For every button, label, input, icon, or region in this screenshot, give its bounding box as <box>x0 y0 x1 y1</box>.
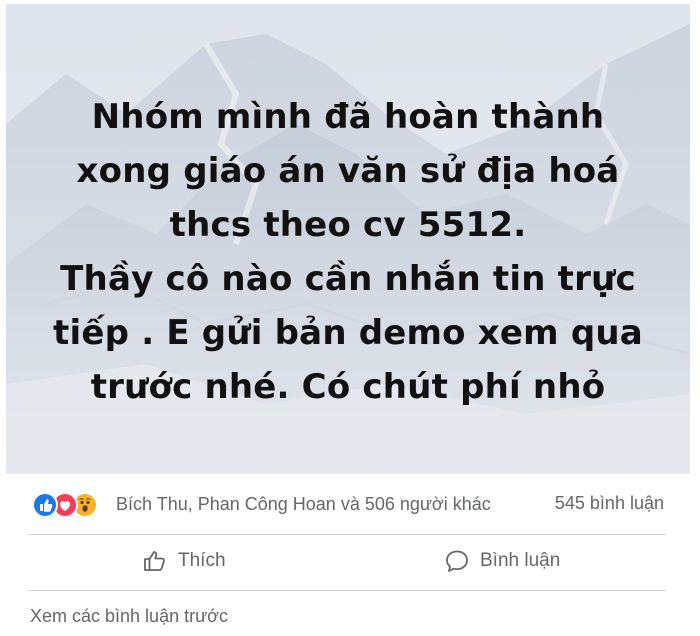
like-icon <box>32 492 58 518</box>
post-text-line: xong giáo án văn sử địa hoá <box>76 151 620 191</box>
post-background-card: Nhóm mình đã hoàn thành xong giáo án văn… <box>6 4 690 474</box>
reaction-icons[interactable] <box>32 492 108 518</box>
facebook-post: Nhóm mình đã hoàn thành xong giáo án văn… <box>0 0 700 636</box>
divider <box>28 534 666 535</box>
like-button-label: Thích <box>178 550 226 571</box>
divider <box>28 590 666 591</box>
reactors-summary[interactable]: Bích Thu, Phan Công Hoan và 506 người kh… <box>116 494 491 515</box>
post-text-line: trước nhé. Có chút phí nhỏ <box>90 367 606 407</box>
comment-button-label: Bình luận <box>480 550 561 571</box>
post-text-line: tiếp . E gửi bản demo xem qua <box>53 313 643 353</box>
post-text-line: Thầy cô nào cần nhắn tin trực <box>60 259 636 299</box>
comment-count[interactable]: 545 bình luận <box>555 493 664 514</box>
post-text-line: Nhóm mình đã hoàn thành <box>91 97 605 137</box>
post-text-line: thcs theo cv 5512. <box>169 205 527 245</box>
post-stats-bar: Bích Thu, Phan Công Hoan và 506 người kh… <box>0 480 700 528</box>
like-button[interactable]: Thích <box>142 546 226 576</box>
post-actions: Thích Bình luận <box>0 536 700 586</box>
post-text: Nhóm mình đã hoàn thành xong giáo án văn… <box>6 90 690 414</box>
view-previous-comments-link[interactable]: Xem các bình luận trước <box>30 606 228 627</box>
comment-bubble-icon <box>446 550 468 572</box>
comment-button[interactable]: Bình luận <box>444 546 560 576</box>
thumbs-up-icon <box>144 551 165 571</box>
